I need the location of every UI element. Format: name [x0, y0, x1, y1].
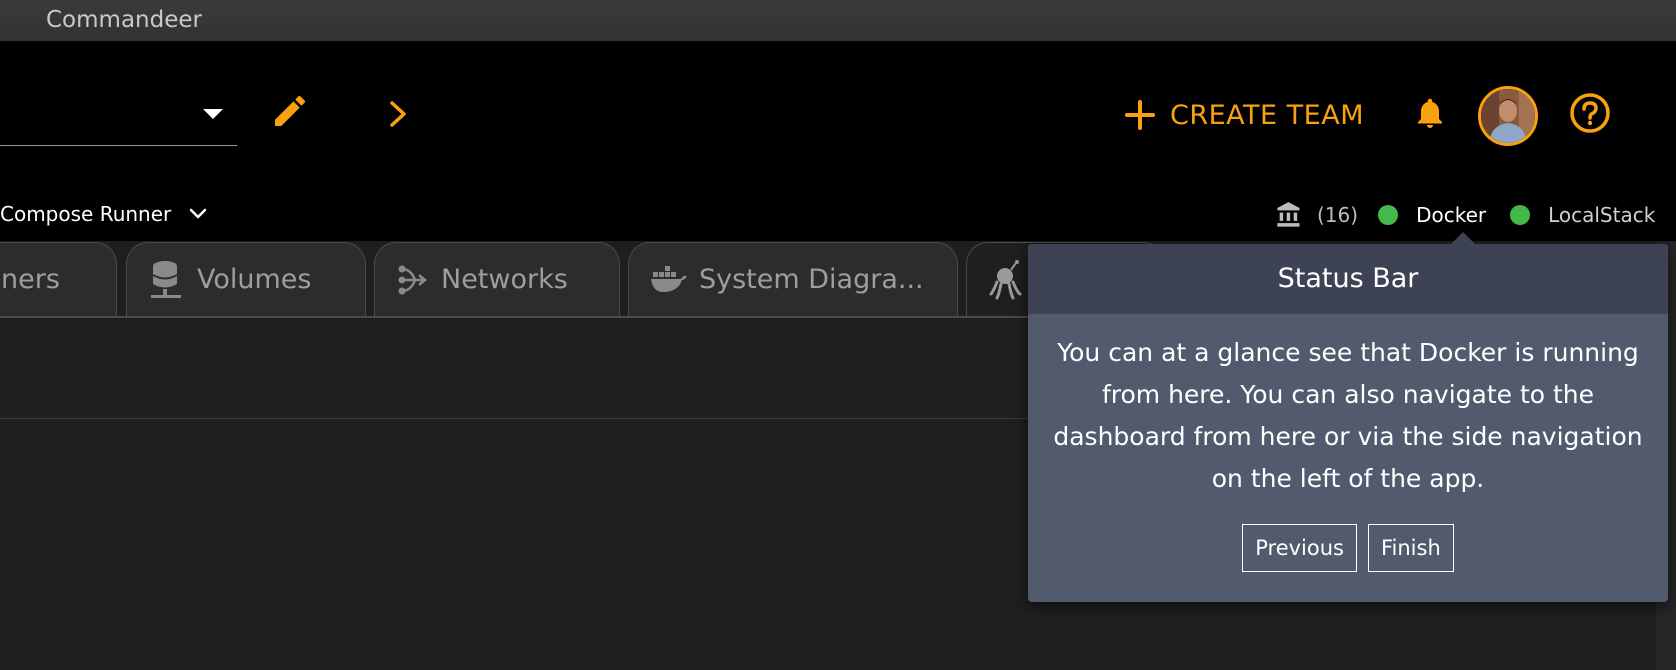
tour-tooltip: Status Bar You can at a glance see that …: [1028, 232, 1668, 602]
tab-volumes[interactable]: Volumes: [126, 242, 366, 316]
chevron-right-icon[interactable]: [386, 99, 412, 129]
network-icon: [398, 265, 427, 294]
database-icon: [151, 260, 181, 298]
dashboard-count: (16): [1317, 203, 1359, 227]
bell-icon[interactable]: [1412, 93, 1448, 133]
octopus-icon: [989, 259, 1022, 299]
compose-runner-menu[interactable]: Compose Runner: [0, 202, 207, 226]
localstack-status-link[interactable]: LocalStack: [1548, 203, 1655, 227]
tab-label: System Diagra...: [699, 264, 924, 295]
avatar-image: [1481, 89, 1535, 143]
status-bar: (16) Docker LocalStack: [1275, 198, 1655, 232]
chevron-down-icon: [190, 208, 207, 219]
create-team-label: CREATE TEAM: [1170, 99, 1364, 131]
tab-label: ners: [1, 264, 60, 295]
content-divider: [0, 418, 1040, 419]
previous-button[interactable]: Previous: [1242, 524, 1357, 572]
pencil-icon[interactable]: [270, 91, 310, 131]
tab-networks[interactable]: Networks: [374, 242, 620, 316]
caret-down-icon: [203, 109, 223, 119]
tooltip-actions: Previous Finish: [1028, 524, 1668, 572]
help-icon[interactable]: [1569, 92, 1611, 134]
tooltip-title: Status Bar: [1028, 244, 1668, 314]
window-title-bar: Commandeer: [0, 0, 1676, 42]
tab-divider: [0, 316, 1040, 318]
team-select-dropdown[interactable]: [0, 95, 237, 146]
tab-containers[interactable]: ners: [0, 242, 117, 316]
user-avatar[interactable]: [1478, 86, 1538, 146]
compose-runner-label: Compose Runner: [0, 202, 172, 226]
tab-label: Networks: [441, 264, 568, 295]
localstack-status-dot: [1510, 205, 1531, 225]
finish-button[interactable]: Finish: [1367, 524, 1454, 572]
plus-icon: [1125, 100, 1155, 130]
tab-system-diagram[interactable]: System Diagra...: [628, 242, 958, 316]
docker-status-link[interactable]: Docker: [1416, 203, 1486, 227]
tooltip-arrow: [1450, 232, 1476, 245]
create-team-button[interactable]: CREATE TEAM: [1124, 90, 1364, 140]
tab-label: Volumes: [197, 264, 312, 295]
tooltip-body: You can at a glance see that Docker is r…: [1053, 338, 1643, 493]
bank-icon[interactable]: [1275, 201, 1303, 229]
docker-whale-icon: [651, 265, 687, 292]
docker-status-dot: [1378, 205, 1399, 225]
window-title: Commandeer: [46, 7, 202, 33]
